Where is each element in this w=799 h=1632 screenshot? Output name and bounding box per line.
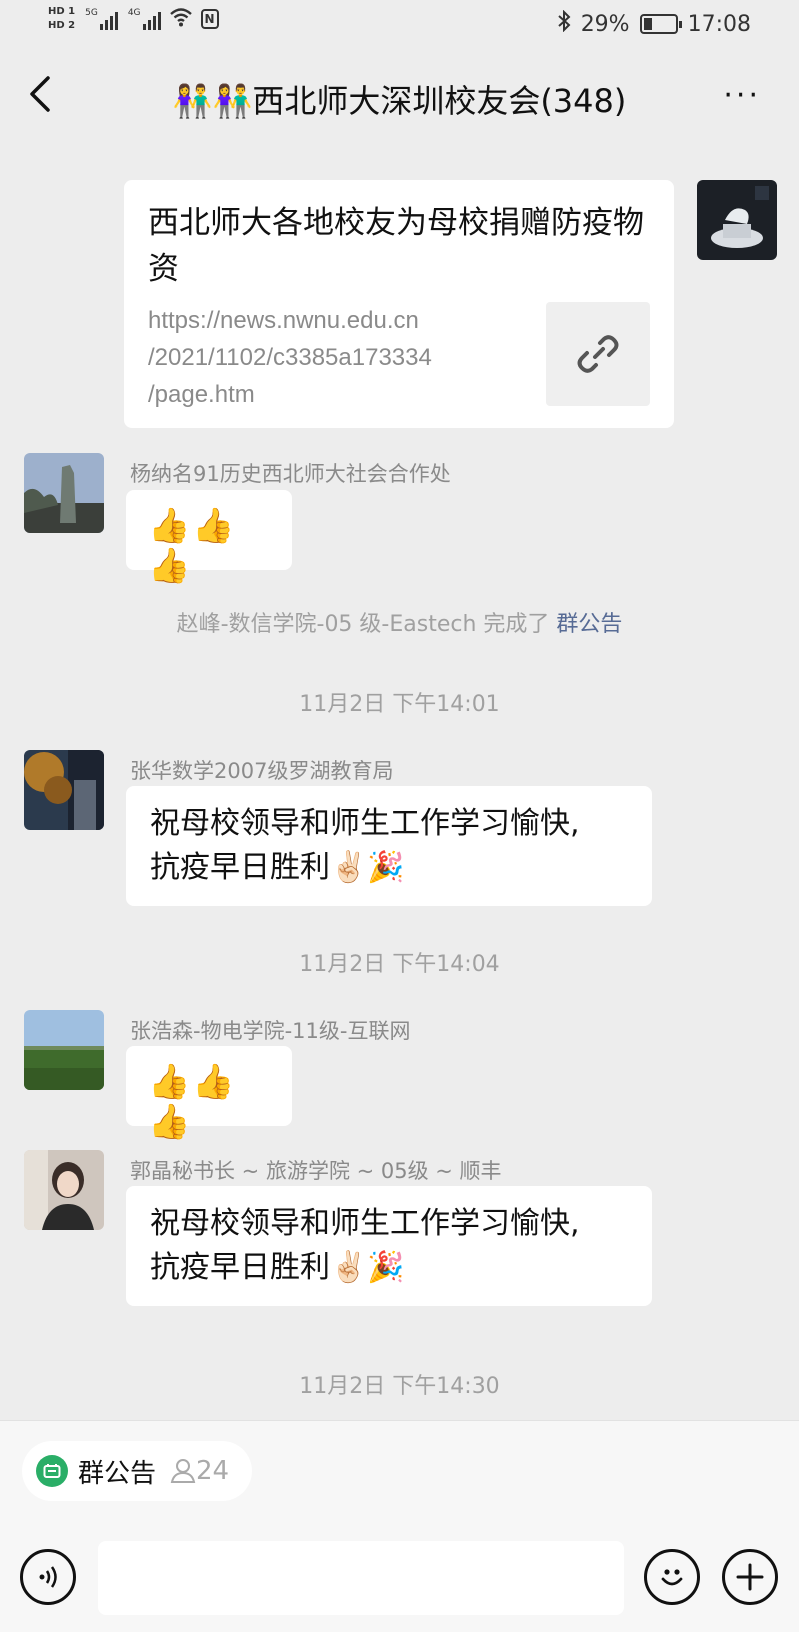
sender-name: 张华数学2007级罗湖教育局: [130, 759, 394, 783]
my-avatar[interactable]: [697, 180, 777, 260]
nfc-icon: N: [200, 9, 219, 29]
sig2-label: 4G: [127, 8, 141, 18]
person-icon: [170, 1459, 196, 1483]
more-icon: ···: [723, 78, 761, 113]
notice-read-count: 24: [170, 1456, 229, 1486]
notice-label: 群公告: [78, 1458, 157, 1489]
emoji-icon: [661, 1569, 683, 1586]
avatar-user2[interactable]: [24, 750, 104, 830]
battery-fill: [643, 18, 653, 30]
message-bubble[interactable]: 👍👍👍: [126, 1046, 292, 1142]
message-line: 抗疫早日胜利✌🏻🎉: [150, 850, 405, 885]
sender-name: 张浩森-物电学院-11级-互联网: [130, 1019, 411, 1043]
message-line: 祝母校领导和师生工作学习愉快,: [150, 1206, 580, 1241]
status-bar: HD 1 HD 2 5G 4G N 29% 17:08: [0, 0, 799, 50]
battery-icon: [639, 14, 682, 34]
battery-percent: 29%: [580, 11, 630, 37]
signal-5g-icon: 5G: [85, 8, 118, 30]
message-input[interactable]: [98, 1541, 624, 1615]
message-bubble[interactable]: 祝母校领导和师生工作学习愉快, 抗疫早日胜利✌🏻🎉: [126, 786, 652, 906]
voice-icon: [39, 1566, 57, 1588]
message-bubble[interactable]: 祝母校领导和师生工作学习愉快, 抗疫早日胜利✌🏻🎉: [126, 1186, 652, 1306]
url-line: /page.htm: [148, 381, 255, 408]
link-card-message[interactable]: 西北师大各地校友为母校捐赠防疫物资 https://news.nwnu.edu.…: [124, 180, 674, 428]
avatar-user3[interactable]: [24, 1010, 104, 1090]
voice-button[interactable]: [20, 1549, 76, 1605]
bluetooth-icon: [557, 9, 571, 38]
link-card-url: https://news.nwnu.edu.cn /2021/1102/c338…: [148, 302, 508, 413]
title-text: 西北师大深圳校友会(348): [252, 82, 627, 120]
message-bubble[interactable]: 👍👍👍: [126, 490, 292, 586]
hd1-label: HD 1: [48, 6, 76, 17]
sender-name: 杨纳名91历史西北师大社会合作处: [130, 462, 451, 486]
link-icon: [577, 335, 619, 373]
hd-indicator: HD 1 HD 2: [48, 6, 75, 32]
sig1-label: 5G: [85, 8, 98, 18]
thumbs-up-icons: 👍👍👍: [148, 1062, 237, 1142]
group-notice-link[interactable]: 群公告: [556, 612, 622, 637]
url-line: https://news.nwnu.edu.cn: [148, 307, 419, 334]
bottom-panel: 群公告 24: [0, 1420, 799, 1632]
avatar-user4[interactable]: [24, 1150, 104, 1230]
link-thumbnail: [546, 302, 650, 406]
timestamp: 11月2日 下午14:01: [299, 692, 500, 717]
clock: 17:08: [687, 11, 751, 37]
signal-4g-icon: 4G: [128, 8, 161, 30]
hd2-label: HD 2: [48, 20, 76, 31]
link-card-title: 西北师大各地校友为母校捐赠防疫物资: [148, 205, 644, 287]
notice-count-value: 24: [196, 1456, 230, 1486]
system-notice-text: 赵峰-数信学院-05 级-Eastech 完成了: [176, 612, 557, 637]
sender-name: 郭晶秘书长 ~ 旅游学院 ~ 05级 ~ 顺丰: [130, 1159, 502, 1183]
message-line: 抗疫早日胜利✌🏻🎉: [150, 1250, 405, 1285]
title-emoji: 👫👫: [172, 82, 253, 120]
status-right: 29% 17:08: [557, 9, 751, 38]
system-notice: 赵峰-数信学院-05 级-Eastech 完成了 群公告: [0, 606, 799, 638]
chat-header: 👫👫西北师大深圳校友会(348) ···: [0, 56, 799, 136]
avatar-user1[interactable]: [24, 453, 104, 533]
notice-icon: [36, 1455, 68, 1487]
status-left: HD 1 HD 2 5G 4G N: [48, 6, 219, 32]
timestamp: 11月2日 下午14:30: [299, 1374, 500, 1399]
plus-icon: [736, 1563, 764, 1591]
wifi-icon: [169, 7, 193, 32]
emoji-button[interactable]: [644, 1549, 700, 1605]
url-line: /2021/1102/c3385a173334: [148, 344, 432, 371]
group-notice-chip[interactable]: 群公告 24: [22, 1441, 252, 1501]
timestamp: 11月2日 下午14:04: [299, 952, 500, 977]
plus-button[interactable]: [722, 1549, 778, 1605]
thumbs-up-icons: 👍👍👍: [148, 506, 237, 586]
more-button[interactable]: ···: [723, 78, 761, 113]
chat-title: 👫👫西北师大深圳校友会(348): [0, 76, 799, 122]
message-line: 祝母校领导和师生工作学习愉快,: [150, 806, 580, 841]
